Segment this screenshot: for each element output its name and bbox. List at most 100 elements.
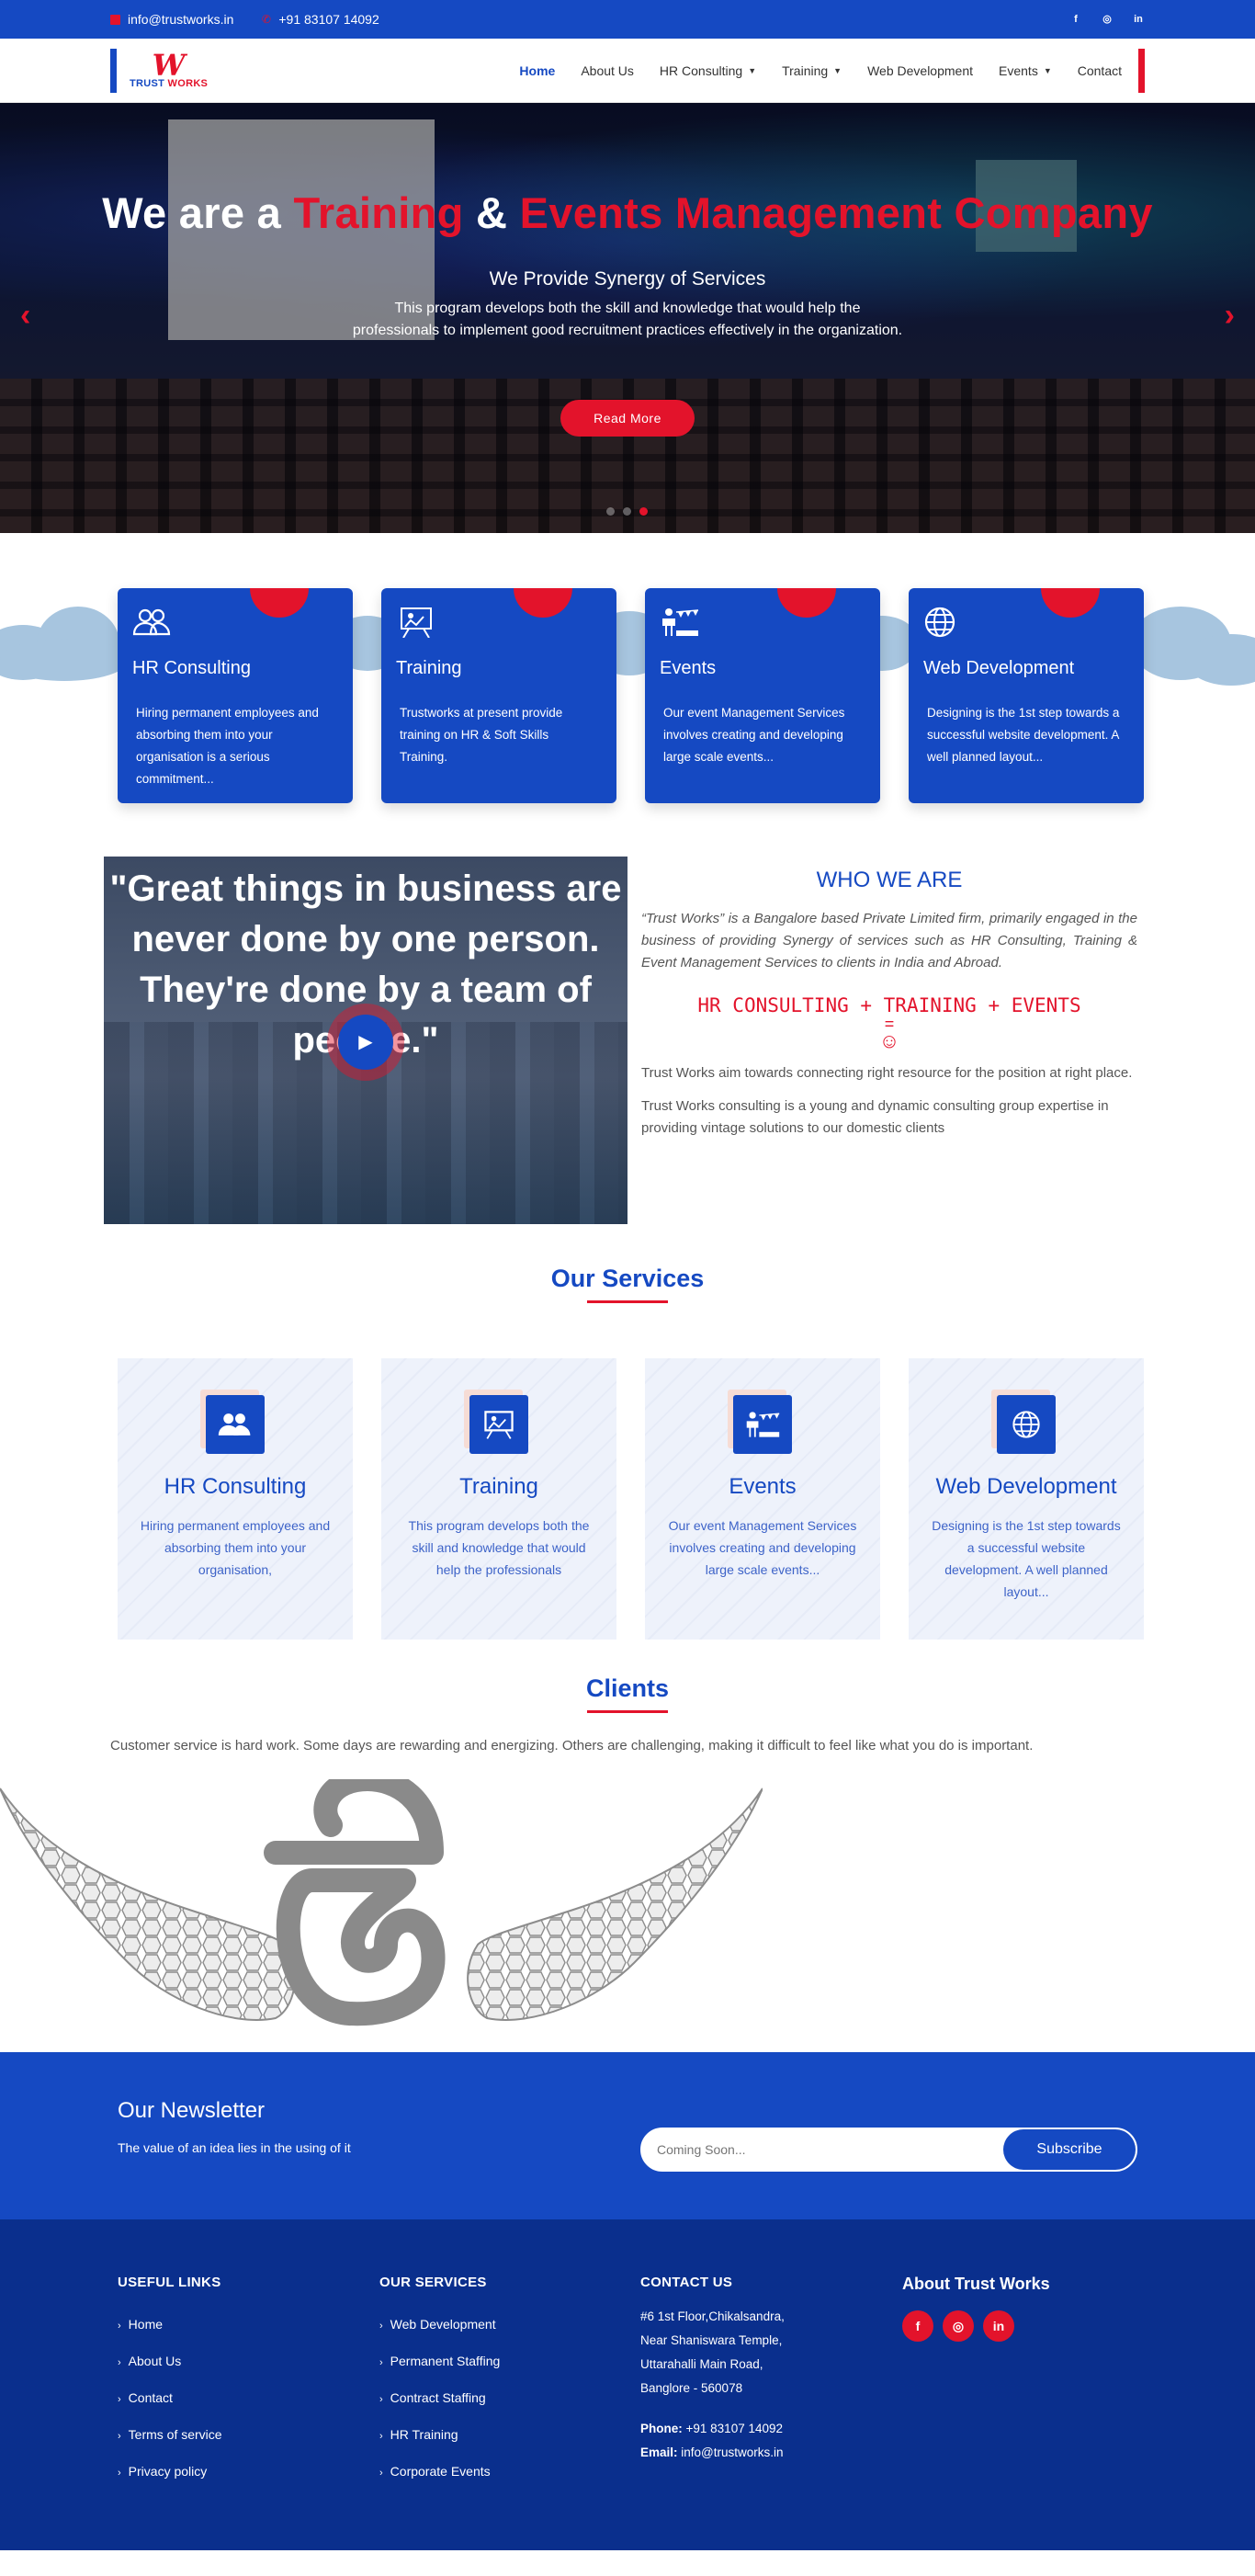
feature-section: HR Consulting Hiring permanent employees… bbox=[0, 588, 1255, 857]
footer-link-corporate-events[interactable]: › Corporate Events bbox=[379, 2454, 500, 2491]
footer-address: #6 1st Floor,Chikalsandra, Near Shaniswa… bbox=[640, 2309, 785, 2395]
footer-link-contact[interactable]: › Contact bbox=[118, 2380, 222, 2417]
chevron-right-icon: › bbox=[379, 2394, 383, 2405]
users-icon bbox=[218, 1413, 251, 1436]
footer-link-privacy[interactable]: › Privacy policy bbox=[118, 2454, 222, 2491]
service-title: Training bbox=[459, 1474, 538, 1499]
service-card-hr-consulting[interactable]: HR Consulting Hiring permanent employees… bbox=[118, 1358, 353, 1640]
footer-heading: OUR SERVICES bbox=[379, 2275, 487, 2290]
who-we-are-section: "Great things in business are never done… bbox=[0, 857, 1255, 1231]
nav-training[interactable]: Training ▼ bbox=[782, 63, 842, 78]
hero-subtitle: We Provide Synergy of Services bbox=[489, 268, 766, 289]
who-tagline: HR CONSULTING + TRAINING + EVENTS bbox=[697, 994, 1081, 1016]
clients-section: Clients Customer service is hard work. S… bbox=[0, 1674, 1255, 2032]
feature-text: Trustworks at present provide training o… bbox=[400, 706, 563, 764]
service-title: Events bbox=[729, 1474, 797, 1499]
slide-dot-active[interactable] bbox=[639, 507, 648, 516]
topbar-email[interactable]: info@trustworks.in bbox=[110, 12, 233, 27]
service-card-web-development[interactable]: Web Development Designing is the 1st ste… bbox=[909, 1358, 1144, 1640]
top-bar: info@trustworks.in ✆ +91 83107 14092 f ◎… bbox=[0, 0, 1255, 39]
feature-card-events[interactable]: Events Our event Management Services inv… bbox=[645, 588, 880, 803]
newsletter-form: Subscribe bbox=[640, 2128, 1137, 2172]
chevron-right-icon: › bbox=[118, 2357, 121, 2368]
client-wings-logo bbox=[0, 1767, 763, 2026]
clients-text: Customer service is hard work. Some days… bbox=[110, 1738, 1034, 1753]
event-icon bbox=[662, 608, 699, 636]
footer-link-terms[interactable]: › Terms of service bbox=[118, 2417, 222, 2454]
feature-card-hr-consulting[interactable]: HR Consulting Hiring permanent employees… bbox=[118, 588, 353, 803]
who-paragraph: Trust Works consulting is a young and dy… bbox=[641, 1098, 1109, 1136]
event-icon bbox=[746, 1412, 780, 1437]
linkedin-icon[interactable]: in bbox=[983, 2310, 1014, 2342]
chevron-right-icon: › bbox=[379, 2468, 383, 2479]
slide-dot[interactable] bbox=[623, 507, 631, 516]
nav-web-development[interactable]: Web Development bbox=[867, 63, 973, 78]
service-title: HR Consulting bbox=[164, 1474, 307, 1499]
footer-about-heading: About Trust Works bbox=[902, 2275, 1050, 2293]
footer-phone[interactable]: Phone: +91 83107 14092 bbox=[640, 2417, 785, 2441]
footer-link-permanent-staffing[interactable]: › Permanent Staffing bbox=[379, 2343, 500, 2380]
services-section: Our Services HR Consulting Hiring perman… bbox=[0, 1265, 1255, 1640]
nav-hr-consulting[interactable]: HR Consulting ▼ bbox=[660, 63, 756, 78]
newsletter-text: The value of an idea lies in the using o… bbox=[118, 2140, 351, 2155]
next-slide-icon[interactable]: › bbox=[1225, 298, 1235, 334]
smiley-icon: ☺ bbox=[878, 1029, 900, 1052]
service-text: Designing is the 1st step towards a succ… bbox=[932, 1518, 1121, 1599]
play-icon[interactable]: ▶ bbox=[338, 1015, 393, 1070]
whatsapp-icon[interactable]: ◎ bbox=[943, 2310, 974, 2342]
linkedin-icon[interactable]: in bbox=[1132, 13, 1145, 26]
nav-contact[interactable]: Contact bbox=[1078, 63, 1122, 78]
globe-icon bbox=[924, 607, 955, 638]
chevron-right-icon: › bbox=[118, 2468, 121, 2479]
subscribe-button[interactable]: Subscribe bbox=[1003, 2129, 1136, 2170]
globe-icon bbox=[1012, 1411, 1040, 1438]
topbar-phone[interactable]: ✆ +91 83107 14092 bbox=[261, 12, 379, 27]
feature-card-training[interactable]: Training Trustworks at present provide t… bbox=[381, 588, 616, 803]
logo-mark: W bbox=[152, 48, 186, 83]
nav-events[interactable]: Events ▼ bbox=[999, 63, 1052, 78]
footer-useful-links: USEFUL LINKS › Home › About Us › Contact › T… bbox=[118, 2275, 222, 2491]
logo[interactable]: W TRUST WORKS bbox=[110, 48, 208, 94]
intro-video[interactable]: "Great things in business are never done… bbox=[104, 857, 628, 1224]
service-card-training[interactable]: Training This program develops both the … bbox=[381, 1358, 616, 1640]
footer-about: About Trust Works f ◎ in bbox=[902, 2275, 1050, 2342]
feature-title: Training bbox=[396, 658, 462, 678]
logo-bar bbox=[110, 49, 117, 93]
mail-icon bbox=[110, 14, 120, 25]
footer-heading: USEFUL LINKS bbox=[118, 2275, 221, 2290]
footer-email[interactable]: Email: info@trustworks.in bbox=[640, 2441, 785, 2465]
facebook-icon[interactable]: f bbox=[902, 2310, 933, 2342]
who-intro: “Trust Works” is a Bangalore based Priva… bbox=[641, 911, 1137, 970]
footer-link-contract-staffing[interactable]: › Contract Staffing bbox=[379, 2380, 500, 2417]
read-more-button[interactable]: Read More bbox=[560, 400, 695, 437]
prev-slide-icon[interactable]: ‹ bbox=[20, 298, 30, 334]
hero-slider: We are a Training & Events Management Co… bbox=[0, 103, 1255, 533]
hero-title: We are a Training & Events Management Co… bbox=[102, 188, 1153, 237]
footer-link-home[interactable]: › Home bbox=[118, 2307, 222, 2343]
footer-services: OUR SERVICES › Web Development › Permanent… bbox=[379, 2275, 500, 2491]
footer-link-hr-training[interactable]: › HR Training bbox=[379, 2417, 500, 2454]
feature-title: Web Development bbox=[923, 658, 1075, 678]
footer-link-about[interactable]: › About Us bbox=[118, 2343, 222, 2380]
feature-text: Our event Management Services involves c… bbox=[663, 706, 845, 764]
chevron-down-icon: ▼ bbox=[748, 66, 757, 75]
slide-dot[interactable] bbox=[606, 507, 615, 516]
feature-card-web-development[interactable]: Web Development Designing is the 1st ste… bbox=[909, 588, 1144, 803]
newsletter-title: Our Newsletter bbox=[118, 2098, 266, 2123]
nav-home[interactable]: Home bbox=[519, 63, 555, 78]
nav-about[interactable]: About Us bbox=[581, 63, 634, 78]
service-card-events[interactable]: Events Our event Management Services inv… bbox=[645, 1358, 880, 1640]
feature-text: Hiring permanent employees and absorbing… bbox=[136, 706, 319, 786]
footer-link-web-development[interactable]: › Web Development bbox=[379, 2307, 500, 2343]
presentation-icon bbox=[401, 607, 432, 638]
newsletter-email-input[interactable] bbox=[657, 2129, 1006, 2170]
chevron-right-icon: › bbox=[118, 2394, 121, 2405]
chevron-right-icon: › bbox=[379, 2431, 383, 2442]
whatsapp-icon[interactable]: ◎ bbox=[1101, 13, 1114, 26]
feature-title: HR Consulting bbox=[132, 658, 251, 678]
chevron-down-icon: ▼ bbox=[1043, 66, 1052, 75]
who-heading: WHO WE ARE bbox=[816, 868, 963, 892]
nav-accent-bar bbox=[1138, 49, 1145, 93]
service-text: This program develops both the skill and… bbox=[408, 1518, 590, 1577]
facebook-icon[interactable]: f bbox=[1069, 13, 1082, 26]
